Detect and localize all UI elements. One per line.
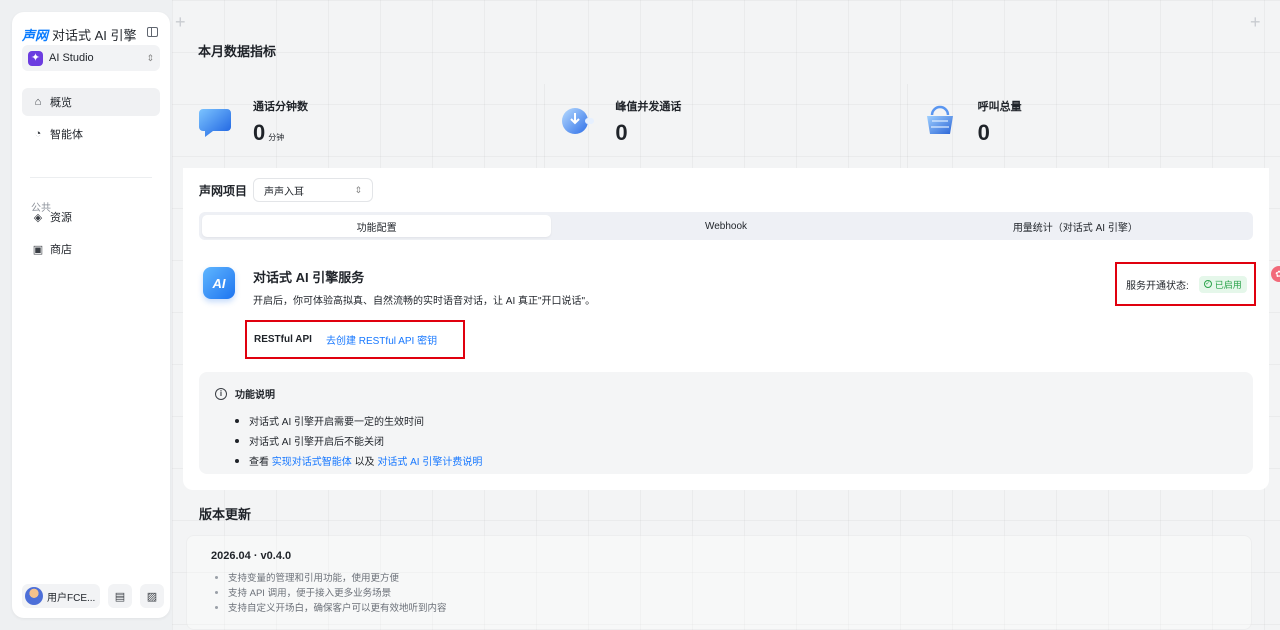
billing-link[interactable]: 对话式 AI 引擎计费说明 <box>377 457 482 468</box>
agent-guide-link[interactable]: 实现对话式智能体 <box>272 457 352 468</box>
call-peak-icon <box>562 108 595 134</box>
tab-webhook[interactable]: Webhook <box>551 215 900 237</box>
bullet-dot <box>215 605 218 609</box>
layers-icon: ◈ <box>33 211 43 224</box>
brand-logo: 声网 <box>22 28 49 43</box>
divider <box>30 177 152 178</box>
feature-info-box: i 功能说明 对话式 AI 引擎开启需要一定的生效时间 对话式 AI 引擎开启后… <box>199 372 1253 474</box>
metrics-row: 通话分钟数 0 分钟 峰值并发通话 0 呼叫总量 0 <box>183 84 1269 168</box>
metric-unit: 分钟 <box>268 133 285 142</box>
create-api-key-link[interactable]: 去创建 RESTful API 密钥 <box>326 332 437 347</box>
plus-decoration: + <box>175 12 186 32</box>
sidebar-item-agents[interactable]: ◔ 智能体 <box>22 120 160 148</box>
metrics-title: 本月数据指标 <box>198 44 277 59</box>
info-header: i 功能说明 <box>215 386 275 401</box>
list-item: 查看 实现对话式智能体 以及 对话式 AI 引擎计费说明 <box>235 453 482 468</box>
metric-call-minutes: 通话分钟数 0 分钟 <box>183 84 546 168</box>
bullet-dot <box>235 418 239 423</box>
project-select[interactable]: 声声入耳 ⇕ <box>253 178 374 202</box>
tab-feature-config[interactable]: 功能配置 <box>202 215 552 237</box>
release-title: 版本更新 <box>199 507 252 522</box>
tab-bar: 功能配置 Webhook 用量统计（对话式 AI 引擎） <box>199 212 1253 240</box>
agent-icon: ◔ <box>34 128 42 140</box>
metric-value: 0 分钟 <box>253 120 285 145</box>
list-item: 支持 API 调用，便于接入更多业务场景 <box>215 585 391 599</box>
list-item: 对话式 AI 引擎开启需要一定的生效时间 <box>235 413 424 428</box>
sidebar-item-label: 商店 <box>50 244 72 256</box>
sidebar-item-store[interactable]: ▣ 商店 <box>22 235 160 263</box>
release-version: 2026.04 · v0.4.0 <box>211 550 292 562</box>
store-icon: ▣ <box>32 243 44 256</box>
metric-total-calls: 呼叫总量 0 <box>908 84 1269 168</box>
restful-api-row: RESTful API 去创建 RESTful API 密钥 <box>245 320 465 359</box>
bullet-dot <box>235 438 239 443</box>
metric-label: 峰值并发通话 <box>615 101 682 113</box>
image-icon: ▨ <box>146 590 158 603</box>
list-item-text: 对话式 AI 引擎开启需要一定的生效时间 <box>249 417 425 428</box>
list-item: 支持自定义开场白，确保客户可以更有效地听到内容 <box>215 600 447 614</box>
info-icon: i <box>215 387 227 400</box>
assistant-icon: ✿ <box>1275 269 1280 279</box>
sparkle-icon: ✦ <box>28 50 43 66</box>
workspace-label: AI Studio <box>49 52 94 64</box>
project-select-value: 声声入耳 <box>264 186 305 198</box>
bullet-dot <box>215 590 218 594</box>
service-title: 对话式 AI 引擎服务 <box>253 270 365 285</box>
bullet-dot <box>215 575 218 579</box>
user-row: 用户FCE... ▤ ▨ <box>22 584 164 608</box>
list-item-text: 支持自定义开场白，确保客户可以更有效地听到内容 <box>228 603 447 614</box>
sidebar-item-label: 资源 <box>50 212 72 224</box>
list-item: 支持变量的管理和引用功能，使用更方便 <box>215 570 399 584</box>
service-status: 服务开通状态: ✓ 已启用 <box>1115 262 1256 306</box>
document-icon: ▤ <box>114 590 126 603</box>
brand-name: 对话式 AI 引擎 <box>52 28 137 43</box>
list-item-text: 查看 实现对话式智能体 以及 对话式 AI 引擎计费说明 <box>249 453 482 468</box>
view-prefix: 查看 <box>249 457 269 468</box>
workspace-selector[interactable]: ✦ AI Studio ⇕ <box>22 45 160 71</box>
list-item-text: 支持变量的管理和引用功能，使用更方便 <box>228 573 400 584</box>
user-name: 用户FCE... <box>47 592 96 604</box>
chevron-updown-icon: ⇕ <box>354 184 363 195</box>
avatar <box>25 587 43 605</box>
metric-value: 0 <box>615 120 628 145</box>
chat-bubble-icon <box>199 109 231 137</box>
metric-value: 0 <box>977 120 990 145</box>
metric-peak-calls: 峰值并发通话 0 <box>545 84 908 168</box>
metric-label: 通话分钟数 <box>253 101 308 113</box>
user-menu[interactable]: 用户FCE... <box>22 584 100 608</box>
view-middle: 以及 <box>354 457 375 468</box>
project-row: 声网项目 声声入耳 ⇕ <box>199 178 374 202</box>
ai-service-icon: AI <box>203 267 235 299</box>
document-button[interactable]: ▤ <box>108 584 132 608</box>
project-panel: 声网项目 声声入耳 ⇕ 功能配置 Webhook 用量统计（对话式 AI 引擎）… <box>183 168 1269 490</box>
bullet-dot <box>235 458 239 463</box>
api-label: RESTful API <box>254 334 312 345</box>
status-label: 服务开通状态: <box>1126 280 1189 292</box>
brand[interactable]: 声网 对话式 AI 引擎 <box>22 25 137 44</box>
chevron-updown-icon: ⇕ <box>146 52 154 63</box>
image-button[interactable]: ▨ <box>140 584 164 608</box>
home-icon: ⌂ <box>34 96 42 108</box>
sidebar-item-resources[interactable]: ◈ 资源 <box>22 203 160 231</box>
list-item-text: 对话式 AI 引擎开启后不能关闭 <box>249 437 385 448</box>
plus-decoration: + <box>1250 12 1261 32</box>
sidebar-item-label: 智能体 <box>50 129 83 141</box>
sidebar-item-label: 概览 <box>50 97 72 109</box>
sidebar-collapse-icon[interactable] <box>147 27 158 37</box>
list-item: 对话式 AI 引擎开启后不能关闭 <box>235 433 384 448</box>
release-card: 2026.04 · v0.4.0 支持变量的管理和引用功能，使用更方便 支持 A… <box>186 535 1252 630</box>
sidebar: 声网 对话式 AI 引擎 ✦ AI Studio ⇕ ⌂ 概览 ◔ 智能体 公共… <box>12 12 170 618</box>
floating-assistant-button[interactable]: ✿ <box>1271 266 1280 282</box>
sidebar-item-overview[interactable]: ⌂ 概览 <box>22 88 160 116</box>
basket-icon <box>926 105 953 134</box>
service-description: 开启后，你可体验高拟真、自然流畅的实时语音对话，让 AI 真正"开口说话"。 <box>253 296 596 307</box>
metric-label: 呼叫总量 <box>977 101 1022 113</box>
check-circle-icon: ✓ <box>1203 280 1212 288</box>
info-title: 功能说明 <box>235 390 275 401</box>
project-label: 声网项目 <box>199 183 248 198</box>
status-badge-text: 已启用 <box>1214 279 1242 290</box>
status-badge: ✓ 已启用 <box>1198 275 1247 293</box>
tab-usage-stats[interactable]: 用量统计（对话式 AI 引擎） <box>901 215 1250 237</box>
list-item-text: 支持 API 调用，便于接入更多业务场景 <box>228 588 392 599</box>
